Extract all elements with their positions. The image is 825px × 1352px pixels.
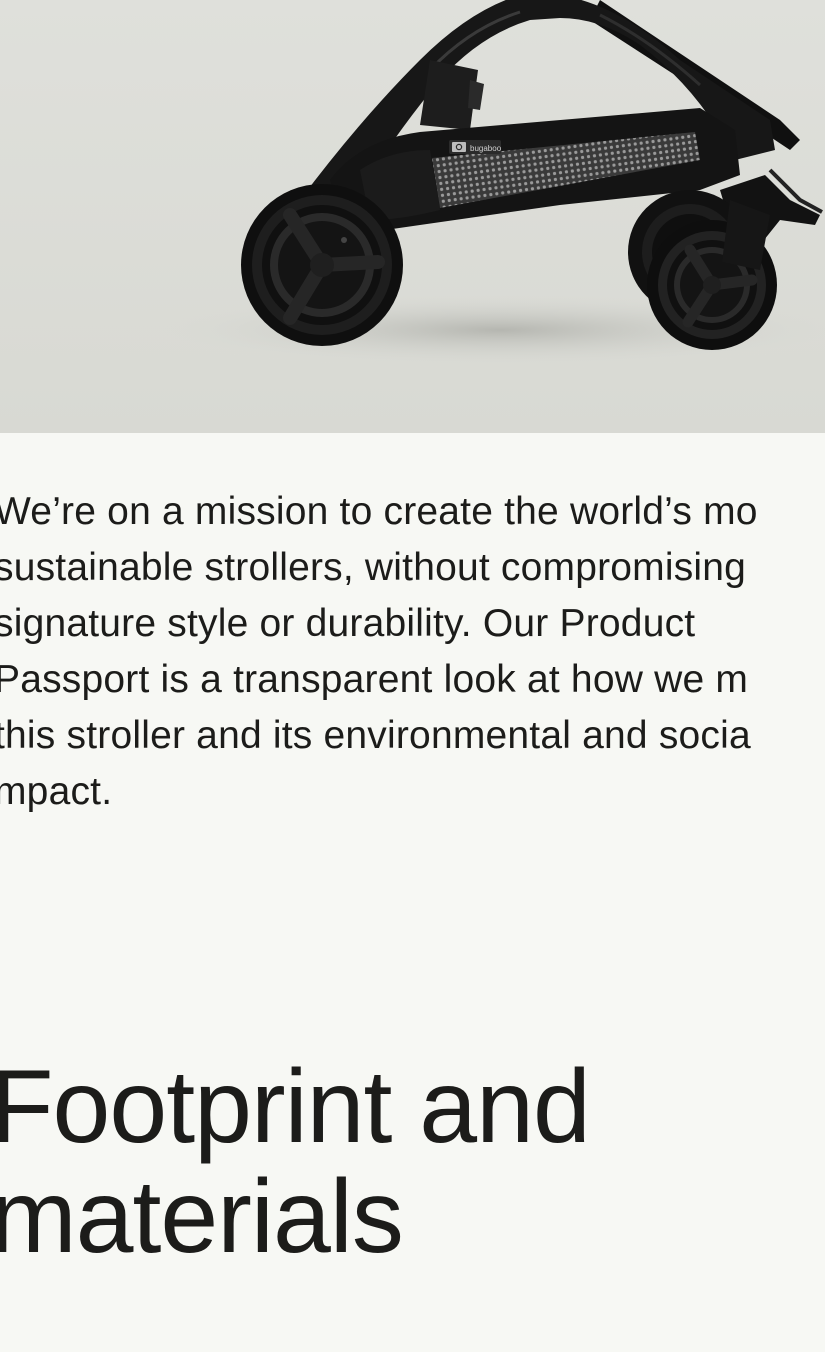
mission-line: signature style or durability. Our Produ… bbox=[0, 602, 696, 645]
svg-text:bugaboo: bugaboo bbox=[470, 144, 502, 153]
section-heading-line: Footprint and bbox=[0, 1049, 591, 1165]
mission-line: We’re on a mission to create the world’s… bbox=[0, 490, 758, 533]
stroller-hero-image: bugaboo bbox=[0, 0, 825, 433]
mission-line: this stroller and its environmental and … bbox=[0, 714, 751, 757]
rear-wheel bbox=[241, 184, 403, 346]
section-heading-line: materials bbox=[0, 1159, 404, 1275]
mission-line: Passport is a transparent look at how we… bbox=[0, 658, 749, 701]
section-heading: Footprint and materials bbox=[0, 1049, 591, 1275]
mission-line: mpact. bbox=[0, 770, 113, 813]
mission-statement: We’re on a mission to create the world’s… bbox=[0, 484, 825, 820]
mission-line: sustainable strollers, without compromis… bbox=[0, 546, 747, 589]
stroller-illustration: bugaboo bbox=[0, 0, 825, 433]
